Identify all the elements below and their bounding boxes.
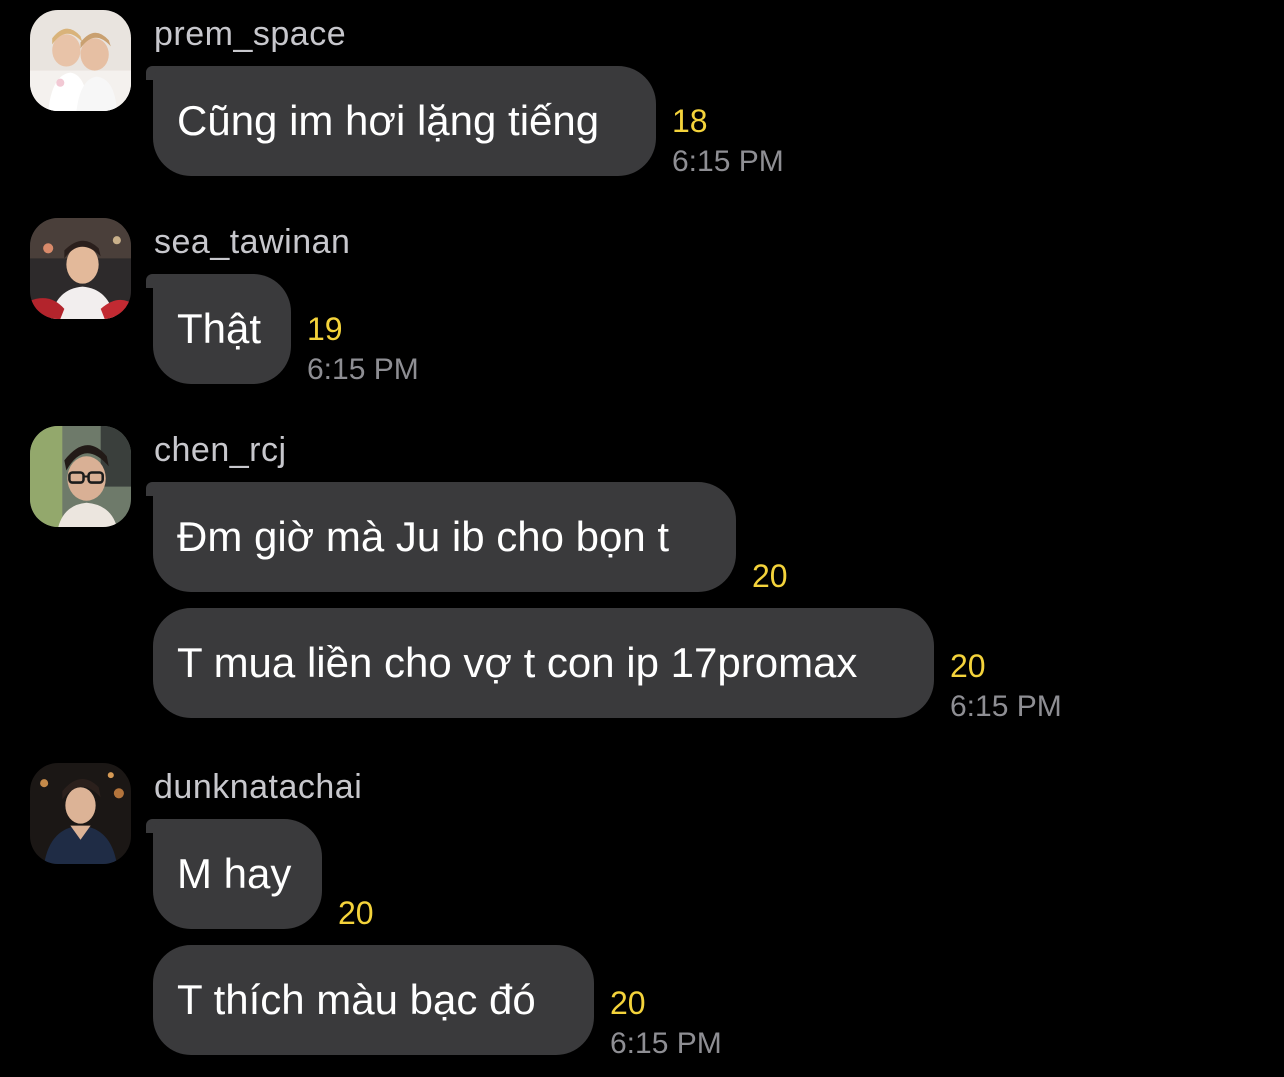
username: chen_rcj	[154, 431, 287, 469]
message-bubble[interactable]: M hay	[153, 819, 322, 929]
avatar-prem-space[interactable]	[30, 10, 131, 111]
avatar-person-photo-icon	[30, 218, 131, 319]
chat-thread: prem_space Cũng im hơi lặng tiếng 18 6:1…	[0, 0, 1284, 1077]
avatar-person-dark-photo-icon	[30, 763, 131, 864]
avatar-chen-rcj[interactable]	[30, 426, 131, 527]
avatar-person-glasses-photo-icon	[30, 426, 131, 527]
avatar-two-people-photo-icon	[30, 10, 131, 111]
reply-count[interactable]: 20	[950, 648, 986, 684]
avatar-sea-tawinan[interactable]	[30, 218, 131, 319]
username: dunknatachai	[154, 768, 363, 806]
username: sea_tawinan	[154, 223, 351, 261]
timestamp: 6:15 PM	[672, 145, 784, 178]
timestamp: 6:15 PM	[307, 353, 419, 386]
message-bubble[interactable]: Đm giờ mà Ju ib cho bọn t	[153, 482, 736, 592]
reply-count[interactable]: 18	[672, 103, 708, 139]
reply-count[interactable]: 20	[338, 895, 374, 931]
message-bubble[interactable]: Cũng im hơi lặng tiếng	[153, 66, 656, 176]
message-bubble[interactable]: T mua liền cho vợ t con ip 17promax	[153, 608, 934, 718]
message-bubble[interactable]: T thích màu bạc đó	[153, 945, 594, 1055]
username: prem_space	[154, 15, 347, 53]
message-bubble[interactable]: Thật	[153, 274, 291, 384]
timestamp: 6:15 PM	[950, 690, 1062, 723]
reply-count[interactable]: 19	[307, 311, 343, 347]
reply-count[interactable]: 20	[752, 558, 788, 594]
reply-count[interactable]: 20	[610, 985, 646, 1021]
avatar-dunknatachai[interactable]	[30, 763, 131, 864]
timestamp: 6:15 PM	[610, 1027, 722, 1060]
